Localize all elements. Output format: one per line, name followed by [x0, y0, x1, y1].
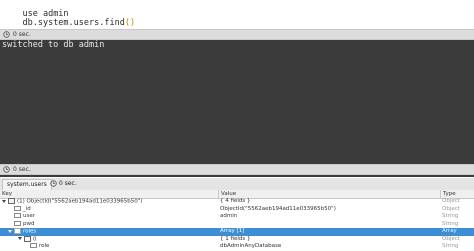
clock-icon	[3, 31, 10, 38]
output-status-bar: 0 sec.	[0, 164, 474, 175]
table-row-selected[interactable]: roles Array [1] Array	[0, 228, 474, 236]
table-row[interactable]: (1) ObjectId("5562aeb194ad11e033965b50")…	[0, 198, 474, 206]
tab-system-users[interactable]: system.users	[2, 179, 52, 190]
row-key: roles	[23, 228, 37, 235]
row-key: (1) ObjectId("5562aeb194ad11e033965b50")	[17, 198, 143, 205]
row-value: { 4 fields }	[220, 198, 251, 204]
row-key: user	[23, 213, 35, 219]
expand-arrow-icon[interactable]	[18, 237, 22, 240]
expand-arrow-icon[interactable]	[8, 229, 12, 233]
field-icon	[14, 220, 21, 226]
editor-line-2-text: db.system.users.find	[22, 18, 125, 28]
table-row[interactable]: role dbAdminAnyDatabase String	[0, 243, 474, 251]
row-type: Object	[442, 235, 460, 242]
column-header-key[interactable]: Key	[0, 190, 218, 198]
shell-output: switched to db admin	[0, 40, 474, 177]
query-editor[interactable]: use admin db.system.users.find()	[0, 0, 474, 28]
query-status-bar: 0 sec.	[0, 29, 474, 40]
table-row[interactable]: pwd String	[0, 220, 474, 229]
table-row[interactable]: user admin String	[0, 213, 474, 221]
row-key: 0	[33, 236, 37, 242]
table-row[interactable]: _id ObjectId("5562aeb194ad11e033965b50")…	[0, 205, 474, 214]
document-icon	[24, 235, 31, 242]
column-header-value[interactable]: Value	[218, 190, 441, 198]
output-line: switched to db admin	[2, 40, 105, 50]
row-type: Object	[442, 205, 460, 212]
editor-line-2: db.system.users.find()	[2, 10, 135, 28]
row-value: admin	[220, 213, 238, 219]
field-icon	[14, 213, 21, 218]
row-value: { 1 fields }	[220, 235, 251, 242]
execution-time: 0 sec.	[13, 166, 31, 173]
expand-arrow-icon[interactable]	[2, 199, 6, 203]
tab-label: system.users	[7, 181, 47, 188]
table-row[interactable]: 0 { 1 fields } Object	[0, 235, 474, 244]
results-tree: (1) ObjectId("5562aeb194ad11e033965b50")…	[0, 198, 474, 251]
row-type: String	[442, 213, 459, 219]
row-type: Array	[442, 228, 457, 234]
editor-line-2-parens: ()	[124, 18, 136, 28]
field-icon	[14, 205, 21, 211]
row-type: String	[442, 220, 459, 227]
row-key: _id	[23, 205, 31, 212]
field-icon	[30, 243, 37, 248]
row-type: String	[442, 243, 459, 249]
row-value: dbAdminAnyDatabase	[220, 243, 282, 249]
results-time: 0 sec.	[59, 180, 77, 187]
execution-time: 0 sec.	[13, 31, 31, 38]
row-type: Object	[442, 198, 460, 204]
row-key: role	[39, 243, 50, 249]
clock-icon	[50, 180, 57, 187]
row-value: ObjectId("5562aeb194ad11e033965b50")	[220, 205, 336, 212]
row-value: Array [1]	[220, 228, 245, 234]
column-header-type[interactable]: Type	[440, 190, 474, 198]
row-key: pwd	[23, 220, 35, 227]
array-icon	[14, 228, 21, 234]
editor-line-1: use admin	[2, 1, 68, 19]
document-icon	[8, 198, 15, 204]
clock-icon	[3, 166, 10, 173]
